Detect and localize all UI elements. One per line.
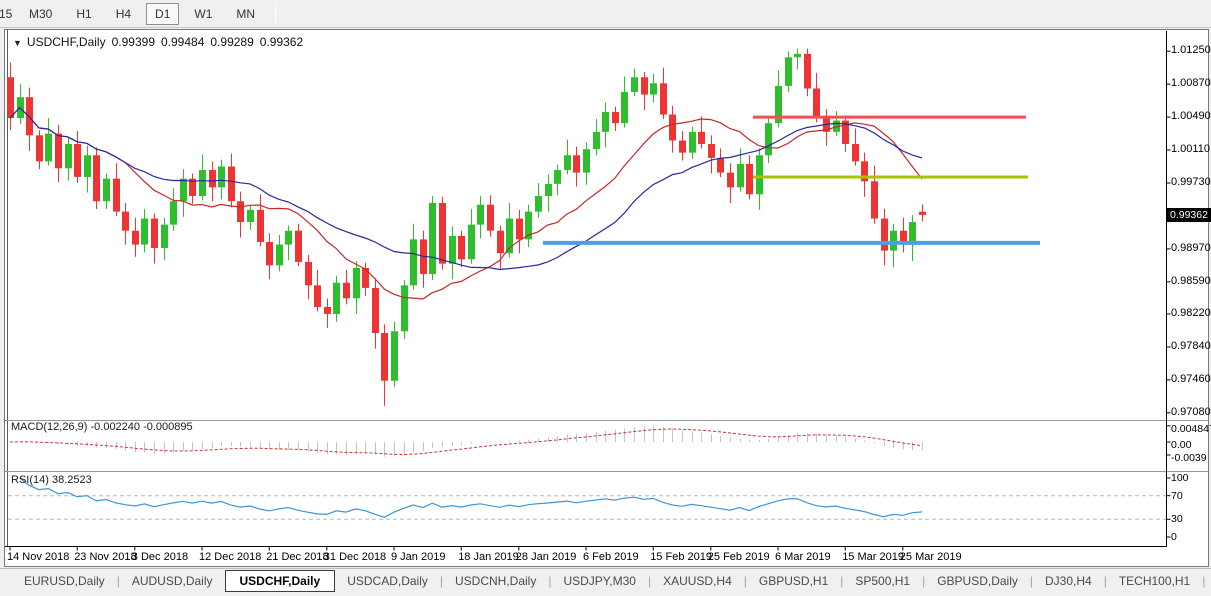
ohlc-close: 0.99362 (259, 35, 304, 49)
tab-usdcad-daily[interactable]: USDCAD,Daily (335, 571, 440, 591)
date-axis-label: 15 Mar 2019 (842, 551, 904, 563)
price-axis-label: 0.98590 (1171, 274, 1211, 287)
date-axis-label: 15 Feb 2019 (650, 551, 712, 563)
date-axis-label: 14 Nov 2018 (7, 551, 70, 563)
timeframe-button-15[interactable]: 15 (0, 3, 14, 25)
price-axis-label: 0.98970 (1171, 241, 1211, 254)
toolbar-separator (275, 4, 277, 23)
tab-ukc[interactable]: UKC (1205, 571, 1211, 591)
current-price-badge: 0.99362 (1166, 207, 1211, 222)
date-axis-label: 9 Jan 2019 (391, 551, 446, 563)
tab-usdcnh-daily[interactable]: USDCNH,Daily (443, 571, 548, 591)
rsi-axis-label: 30 (1171, 513, 1183, 526)
date-axis-label: 12 Dec 2018 (199, 551, 262, 563)
date-axis-label: 23 Nov 2018 (74, 551, 137, 563)
date-axis-label: 31 Dec 2018 (323, 551, 387, 563)
date-axis-label: 3 Dec 2018 (131, 551, 189, 563)
tab-audusd-daily[interactable]: AUDUSD,Daily (120, 571, 225, 591)
date-axis-label: 25 Feb 2019 (707, 551, 770, 563)
timeframe-toolbar: 15 M30 H1 H4 D1 W1 MN (0, 0, 1211, 28)
date-axis-label: 28 Jan 2019 (515, 551, 577, 563)
tab-gbpusd-daily[interactable]: GBPUSD,Daily (925, 571, 1030, 591)
rsi-axis-label: 100 (1171, 472, 1189, 484)
timeframe-button-m30[interactable]: M30 (20, 3, 61, 25)
price-axis-label: 0.97080 (1171, 405, 1211, 418)
tab-usdjpy-m30[interactable]: USDJPY,M30 (551, 571, 647, 591)
rsi-indicator-label: RSI(14) 38.2523 (11, 474, 92, 486)
date-axis-label: 6 Mar 2019 (775, 551, 831, 563)
macd-indicator-label: MACD(12,26,9) -0.002240 -0.000895 (11, 421, 193, 433)
price-axis-label: 1.00870 (1171, 77, 1211, 90)
price-axis-label: 1.00490 (1171, 110, 1211, 123)
tab-usdchf-daily[interactable]: USDCHF,Daily (224, 569, 336, 592)
chart-plot[interactable] (0, 0, 1211, 596)
tab-tech100-h1[interactable]: TECH100,H1 (1107, 571, 1202, 591)
macd-axis-label: 0.00 (1171, 439, 1192, 451)
timeframe-button-mn[interactable]: MN (227, 3, 264, 25)
price-axis-label: 1.01250 (1171, 44, 1211, 57)
date-axis-label: 25 Mar 2019 (899, 551, 962, 563)
date-axis-label: 6 Feb 2019 (583, 551, 639, 563)
tab-dj30-h4[interactable]: DJ30,H4 (1033, 571, 1104, 591)
price-axis-label: 0.98220 (1171, 306, 1211, 319)
price-axis-label: 0.97840 (1171, 339, 1211, 352)
price-axis-label: 1.00110 (1171, 143, 1210, 156)
timeframe-button-d1[interactable]: D1 (146, 2, 180, 25)
chart-window-frame (4, 29, 1209, 567)
ohlc-high: 0.99484 (161, 35, 205, 49)
chart-symbol: USDCHF,Daily (26, 35, 106, 49)
rsi-value: 38.2523 (51, 474, 92, 486)
price-axis-label: 0.97460 (1171, 372, 1211, 385)
tab-xauusd-h4[interactable]: XAUUSD,H4 (651, 571, 744, 591)
rsi-axis-label: 70 (1171, 489, 1183, 502)
timeframe-button-w1[interactable]: W1 (185, 3, 221, 25)
timeframe-button-h1[interactable]: H1 (67, 3, 100, 25)
symbol-tabbar: EURUSD,Daily | AUDUSD,Daily USDCHF,Daily USD… (0, 568, 1211, 592)
price-axis-label: 0.99730 (1171, 176, 1211, 188)
date-axis-label: 21 Dec 2018 (266, 551, 329, 563)
rsi-axis-label: 0 (1171, 531, 1177, 543)
macd-axis-label: 0.004847 (1171, 422, 1211, 435)
date-axis-label: 18 Jan 2019 (458, 551, 519, 563)
chart-title: ▼ USDCHF,Daily 0.99399 0.99484 0.99289 0.9936… (13, 35, 303, 49)
symbol-dropdown-icon[interactable]: ▼ (13, 38, 22, 48)
macd-axis-label: -0.0039 (1171, 452, 1207, 464)
ohlc-low: 0.99289 (210, 35, 254, 49)
macd-values: -0.002240 -0.000895 (90, 421, 193, 433)
tab-sp500-h1[interactable]: SP500,H1 (843, 571, 922, 591)
timeframe-button-h4[interactable]: H4 (107, 3, 140, 25)
ohlc-open: 0.99399 (111, 35, 155, 49)
tab-gbpusd-h1[interactable]: GBPUSD,H1 (747, 571, 840, 591)
tab-eurusd-daily[interactable]: EURUSD,Daily (12, 571, 117, 591)
